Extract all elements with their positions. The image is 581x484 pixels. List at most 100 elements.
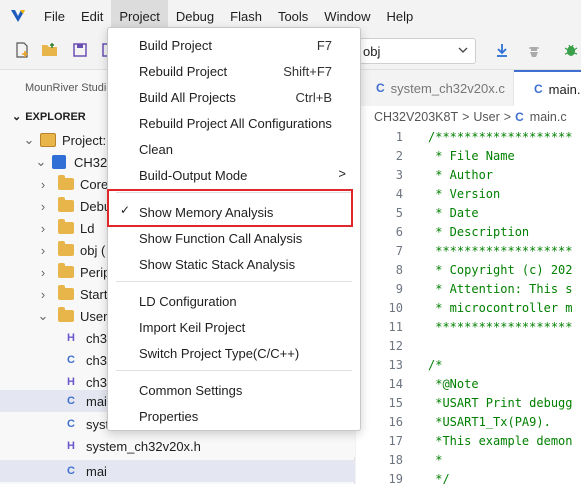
save-icon[interactable] (70, 40, 90, 60)
menu-edit[interactable]: Edit (73, 0, 111, 32)
tab-main-c[interactable]: C main.c (514, 70, 581, 106)
menu-item-build-all-projects[interactable]: Build All Projects Ctrl+B (108, 84, 360, 110)
tab-system-ch32v20x-c[interactable]: C system_ch32v20x.c (356, 70, 514, 106)
debug-icon[interactable] (561, 40, 581, 60)
menu-item-label: Common Settings (139, 382, 243, 398)
code-text: * Description (428, 225, 530, 239)
code-text: ******************* (428, 244, 573, 258)
line-number: 13 (388, 358, 403, 372)
app-logo-icon (8, 6, 28, 26)
line-number: 8 (395, 263, 403, 277)
breadcrumb-item[interactable]: main.c (530, 110, 567, 124)
code-editor[interactable]: 1/******************* 2 * File Name 3 * Au… (356, 128, 581, 484)
code-text: * Copyright (c) 202 (428, 263, 573, 277)
line-number: 11 (388, 320, 403, 334)
code-line: 11 ******************* (356, 318, 581, 337)
header-file-icon: H (67, 376, 75, 388)
tree-label: obj ( (80, 242, 106, 258)
tree-label: ch3 (86, 330, 107, 346)
menu-item-label: Rebuild Project (139, 63, 228, 79)
menu-separator (116, 281, 352, 282)
menu-item-common-settings[interactable]: Common Settings (108, 377, 360, 403)
menu-file[interactable]: File (36, 0, 73, 32)
menu-item-ld-configuration[interactable]: LD Configuration (108, 288, 360, 314)
menu-item-label: Switch Project Type(C/C++) (139, 345, 300, 361)
menu-item-label: Rebuild Project All Configurations (139, 115, 332, 131)
code-line: 15 *USART Print debugg (356, 394, 581, 413)
line-number: 3 (395, 168, 403, 182)
explorer-title[interactable]: ⌄ EXPLORER (12, 110, 86, 124)
menu-separator (116, 370, 352, 371)
menu-item-shortcut: Shift+F7 (283, 63, 332, 79)
tree-label: mai (86, 393, 107, 409)
flash-tool-icon[interactable] (524, 40, 544, 60)
tree-row-file[interactable]: H system_ch32v20x.h (0, 435, 355, 457)
line-number: 19 (388, 472, 403, 484)
tree-row-file-selected[interactable]: C mai (0, 460, 355, 482)
menu-item-clean[interactable]: Clean (108, 136, 360, 162)
line-number: 10 (388, 301, 403, 315)
code-line: 8 * Copyright (c) 202 (356, 261, 581, 280)
menu-item-import-keil-project[interactable]: Import Keil Project (108, 314, 360, 340)
breadcrumb-item[interactable]: CH32V203K8T (374, 110, 458, 124)
code-text: * microcontroller m (428, 301, 573, 315)
chevron-right-icon: › (40, 220, 46, 236)
header-file-icon: H (67, 332, 75, 344)
code-line: 4 * Version (356, 185, 581, 204)
line-number: 15 (388, 396, 403, 410)
line-number: 9 (395, 282, 403, 296)
menu-item-label: Show Function Call Analysis (139, 230, 303, 246)
menu-item-show-static-stack-analysis[interactable]: Show Static Stack Analysis (108, 251, 360, 277)
breadcrumb-item[interactable]: User (473, 110, 499, 124)
c-file-icon: C (67, 418, 75, 430)
code-line: 14 *@Note (356, 375, 581, 394)
project-icon (40, 133, 56, 147)
menu-item-rebuild-all-configurations[interactable]: Rebuild Project All Configurations (108, 110, 360, 136)
code-line: 5 * Date (356, 204, 581, 223)
line-number: 1 (395, 130, 403, 144)
menu-item-show-function-call-analysis[interactable]: Show Function Call Analysis (108, 225, 360, 251)
menu-item-rebuild-project[interactable]: Rebuild Project Shift+F7 (108, 58, 360, 84)
project-menu-dropdown: Build Project F7 Rebuild Project Shift+F… (107, 27, 361, 431)
menu-item-shortcut: Ctrl+B (295, 89, 332, 105)
menu-item-label: Show Static Stack Analysis (139, 256, 296, 272)
menu-help[interactable]: Help (379, 0, 422, 32)
download-icon[interactable] (492, 40, 512, 60)
tab-label: system_ch32v20x.c (390, 80, 505, 96)
chevron-right-icon: › (40, 198, 46, 214)
editor-tabbar: C system_ch32v20x.c C main.c (356, 70, 581, 106)
line-number: 16 (388, 415, 403, 429)
menu-item-label: Build Project (139, 37, 212, 53)
code-text: *USART Print debugg (428, 396, 573, 410)
c-file-icon: C (376, 81, 385, 95)
menu-item-label: Build All Projects (139, 89, 236, 105)
code-text: /* (428, 358, 443, 372)
chevron-down-icon: ⌄ (23, 132, 35, 147)
folder-icon (58, 219, 74, 234)
chevron-right-icon: › (40, 286, 46, 302)
line-number: 4 (395, 187, 403, 201)
code-text: *USART1_Tx(PA9). (428, 415, 551, 429)
menu-item-switch-project-type[interactable]: Switch Project Type(C/C++) (108, 340, 360, 366)
header-file-icon: H (67, 440, 75, 452)
menu-item-properties[interactable]: Properties (108, 403, 360, 429)
code-text: * Date (428, 206, 479, 220)
sidebar-tab[interactable]: MounRiver Studio (0, 70, 108, 104)
c-file-icon: C (67, 395, 75, 407)
menu-item-build-output-mode[interactable]: Build-Output Mode > (108, 162, 360, 188)
build-config-select[interactable]: obj (358, 38, 476, 64)
tree-label: Ld (80, 220, 95, 236)
new-file-icon[interactable] (12, 40, 32, 60)
code-text: * File Name (428, 149, 515, 163)
tree-label: ch3 (86, 352, 107, 368)
code-text: * Author (428, 168, 494, 182)
code-line: 7 ******************* (356, 242, 581, 261)
line-number: 2 (395, 149, 403, 163)
c-file-icon: C (67, 465, 75, 477)
folder-icon (58, 197, 74, 212)
menu-item-build-project[interactable]: Build Project F7 (108, 32, 360, 58)
open-folder-icon[interactable] (40, 40, 60, 60)
tree-label: Core (80, 176, 109, 192)
tree-label: Perip (80, 264, 111, 280)
menu-item-label: Build-Output Mode (139, 167, 248, 183)
